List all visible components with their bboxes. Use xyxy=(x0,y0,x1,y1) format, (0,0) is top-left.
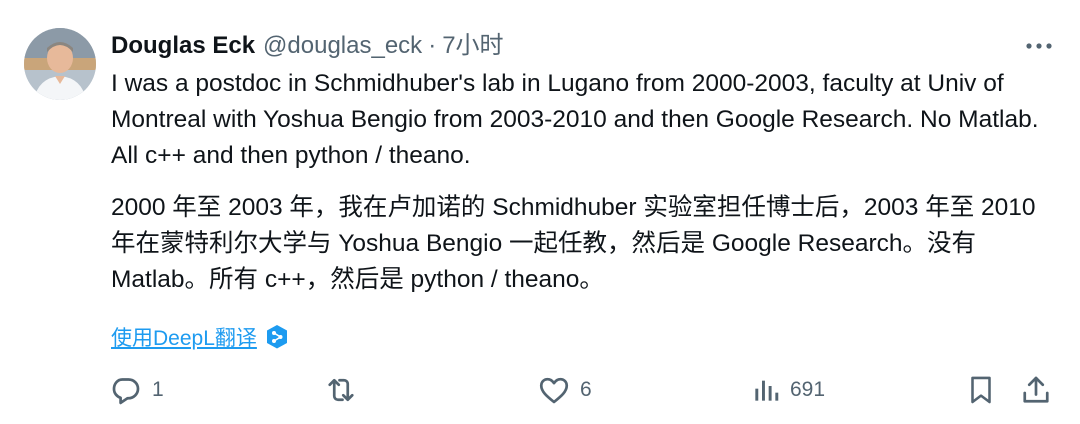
action-bar: 1 6 691 xyxy=(108,370,1056,410)
tweet-time[interactable]: 7小时 xyxy=(442,26,503,66)
translate-link[interactable]: 使用DeepL翻译 xyxy=(111,322,257,352)
deepl-icon xyxy=(265,324,289,350)
author-name[interactable]: Douglas Eck xyxy=(111,26,255,66)
reply-count: 1 xyxy=(152,378,164,401)
like-icon xyxy=(536,372,572,408)
avatar-photo xyxy=(24,28,96,100)
share-button[interactable] xyxy=(1018,370,1054,410)
author-handle[interactable]: @douglas_eck xyxy=(263,26,422,66)
views-count: 691 xyxy=(790,378,826,401)
avatar[interactable] xyxy=(24,28,96,100)
views-button[interactable]: 691 xyxy=(750,370,825,410)
bookmark-icon xyxy=(964,372,998,408)
like-count: 6 xyxy=(580,378,592,401)
bookmark-button[interactable] xyxy=(964,370,998,410)
share-icon xyxy=(1018,372,1054,408)
more-icon[interactable] xyxy=(1019,34,1059,58)
tweet-text-original: I was a postdoc in Schmidhuber's lab in … xyxy=(111,70,1039,169)
tweet-header: Douglas Eck @douglas_eck · 7小时 xyxy=(111,26,1051,66)
retweet-button[interactable] xyxy=(322,370,360,410)
tweet-card[interactable]: Douglas Eck @douglas_eck · 7小时 I was a p… xyxy=(0,0,1080,424)
reply-icon xyxy=(108,372,144,408)
views-icon xyxy=(750,372,782,408)
reply-button[interactable]: 1 xyxy=(108,370,164,410)
tweet-content: Douglas Eck @douglas_eck · 7小时 I was a p… xyxy=(111,26,1052,352)
retweet-icon xyxy=(322,372,360,408)
separator-dot: · xyxy=(428,32,437,59)
like-button[interactable]: 6 xyxy=(536,370,592,410)
translate-row: 使用DeepL翻译 xyxy=(111,322,1051,352)
tweet-text-translated: 2000 年至 2003 年，我在卢加诺的 Schmidhuber 实验室担任博… xyxy=(111,194,1036,293)
